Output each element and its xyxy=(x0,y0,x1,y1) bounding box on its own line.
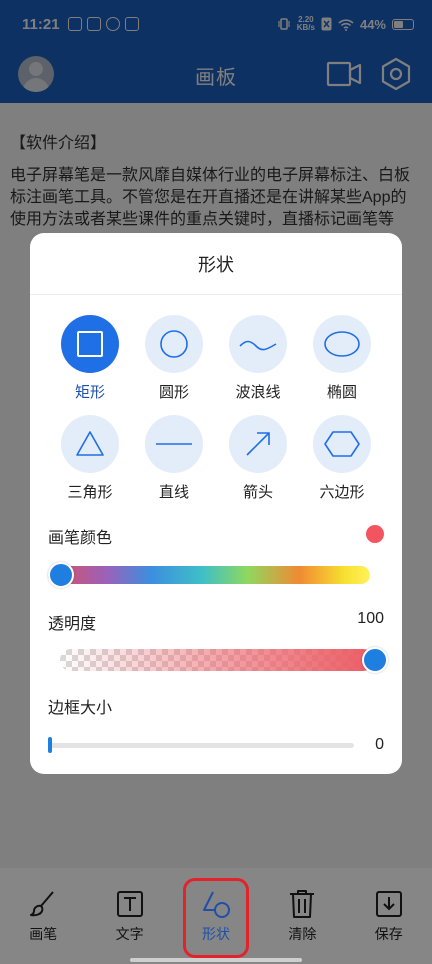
triangle-icon xyxy=(61,415,119,473)
brush-icon xyxy=(30,891,54,917)
shape-option-line[interactable]: 直线 xyxy=(132,415,216,503)
ellipse-icon xyxy=(313,315,371,373)
arrow-icon xyxy=(229,415,287,473)
shape-label: 三角形 xyxy=(67,484,113,501)
shape-option-ellipse[interactable]: 椭圆 xyxy=(300,315,384,403)
shape-label: 椭圆 xyxy=(326,384,357,401)
border-size-value: 0 xyxy=(375,736,384,753)
pen-color-label: 画笔颜色 xyxy=(48,530,113,547)
opacity-label: 透明度 xyxy=(48,616,97,633)
tool-save[interactable]: 保存 xyxy=(354,888,424,964)
opacity-value: 100 xyxy=(357,610,384,627)
save-icon xyxy=(375,891,402,917)
border-size-slider[interactable] xyxy=(48,743,354,748)
color-slider[interactable] xyxy=(48,566,370,584)
home-indicator[interactable] xyxy=(130,958,302,962)
dialog-title: 形状 xyxy=(30,233,402,295)
tool-label: 清除 xyxy=(288,926,317,942)
tool-label: 保存 xyxy=(374,926,403,942)
wave-line-icon xyxy=(229,315,287,373)
shape-option-circle[interactable]: 圆形 xyxy=(132,315,216,403)
shape-label: 矩形 xyxy=(74,384,105,401)
active-tool-highlight xyxy=(183,878,249,958)
text-icon xyxy=(116,891,143,917)
shape-label: 箭头 xyxy=(242,484,273,501)
opacity-slider-thumb[interactable] xyxy=(362,647,388,673)
shape-label: 直线 xyxy=(158,484,189,501)
tool-clear[interactable]: 清除 xyxy=(267,888,337,964)
shape-option-rectangle[interactable]: 矩形 xyxy=(48,315,132,403)
tool-text[interactable]: 文字 xyxy=(95,888,165,964)
pen-color-swatch xyxy=(366,525,384,543)
shape-dialog: 形状 矩形 圆形 波浪线 椭圆 三角形 直线 箭头 六边形 画笔颜色 透明度 1… xyxy=(30,233,402,774)
tool-label: 文字 xyxy=(115,926,144,942)
hexagon-icon xyxy=(313,415,371,473)
border-size-slider-thumb[interactable] xyxy=(48,737,52,753)
shape-label: 波浪线 xyxy=(235,384,281,401)
shape-label: 六边形 xyxy=(319,484,365,501)
shape-option-hexagon[interactable]: 六边形 xyxy=(300,415,384,503)
tool-label: 画笔 xyxy=(29,926,58,942)
shape-option-triangle[interactable]: 三角形 xyxy=(48,415,132,503)
tool-brush[interactable]: 画笔 xyxy=(8,888,78,964)
opacity-slider[interactable] xyxy=(60,649,374,671)
color-slider-thumb[interactable] xyxy=(48,562,74,588)
border-size-label: 边框大小 xyxy=(48,700,113,717)
shape-label: 圆形 xyxy=(158,384,189,401)
trash-icon xyxy=(290,890,315,918)
shape-option-arrow[interactable]: 箭头 xyxy=(216,415,300,503)
circle-icon xyxy=(145,315,203,373)
shape-grid: 矩形 圆形 波浪线 椭圆 三角形 直线 箭头 六边形 xyxy=(48,315,384,503)
straight-line-icon xyxy=(145,415,203,473)
square-icon xyxy=(61,315,119,373)
shape-option-wave[interactable]: 波浪线 xyxy=(216,315,300,403)
